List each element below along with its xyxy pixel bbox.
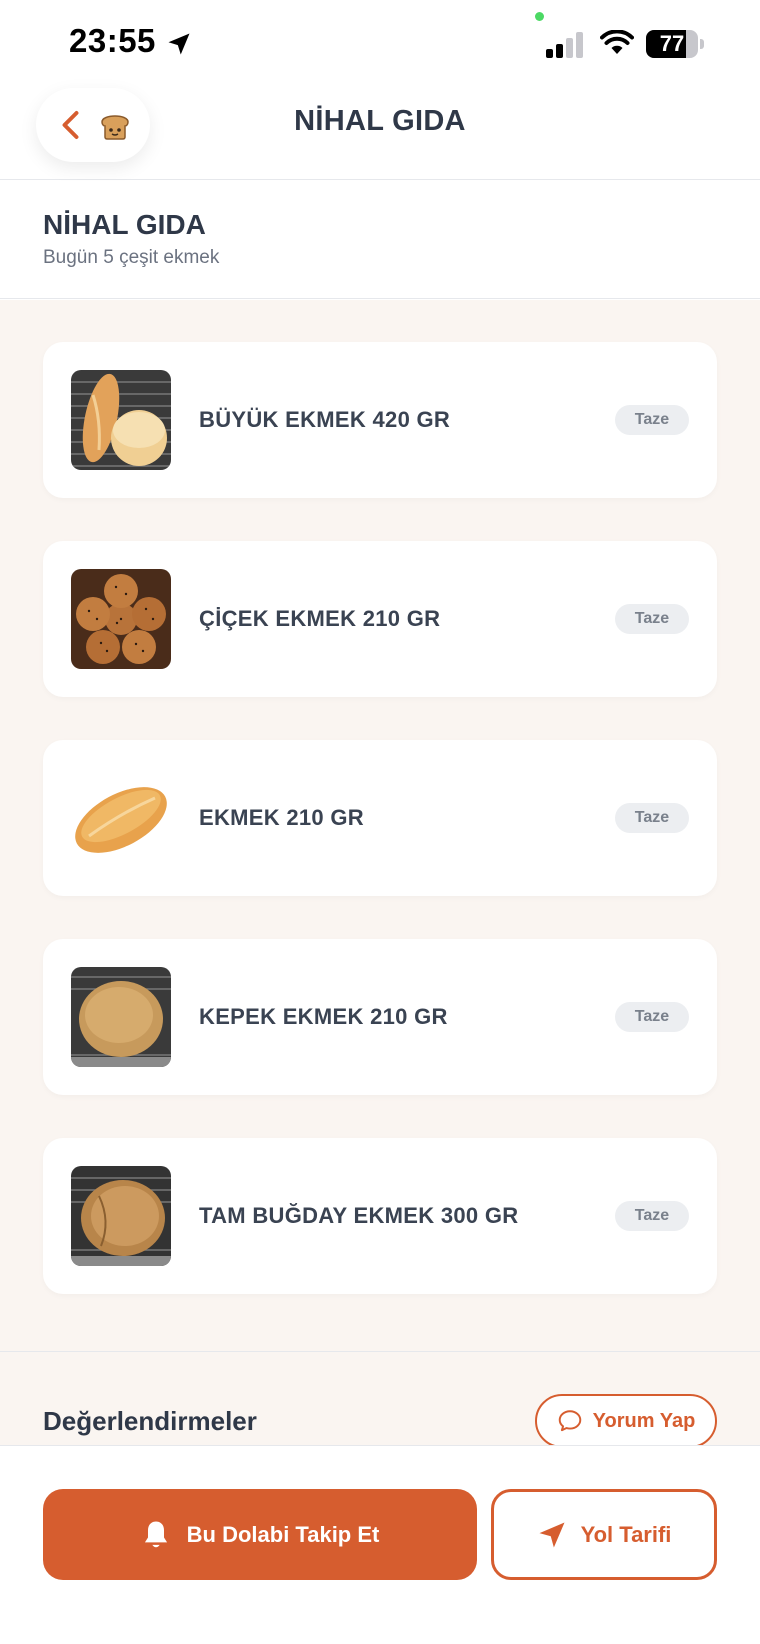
page-title: NİHAL GIDA [294, 105, 466, 137]
bell-icon [144, 1520, 167, 1547]
location-arrow-icon [168, 33, 190, 55]
product-card[interactable]: BÜYÜK EKMEK 420 GR Taze [43, 342, 717, 498]
privacy-indicator-dot [535, 12, 544, 21]
product-name: EKMEK 210 GR [199, 805, 364, 830]
directions-button[interactable]: Yol Tarifi [491, 1489, 717, 1580]
status-badge: Taze [615, 604, 689, 634]
product-name: KEPEK EKMEK 210 GR [199, 1004, 448, 1029]
wifi-icon [600, 30, 634, 54]
write-review-label: Yorum Yap [592, 1409, 696, 1432]
store-name: NİHAL GIDA [43, 209, 206, 240]
product-image-ekmek [71, 768, 171, 868]
store-header: NİHAL GIDA Bugün 5 çeşit ekmek [0, 181, 760, 299]
directions-button-label: Yol Tarifi [580, 1521, 672, 1547]
status-badge: Taze [615, 1201, 689, 1231]
store-subtitle: Bugün 5 çeşit ekmek [43, 247, 220, 268]
follow-button-label: Bu Dolabi Takip Et [186, 1521, 380, 1547]
bottom-action-bar: Bu Dolabi Takip Et Yol Tarifi [0, 1445, 760, 1644]
status-badge: Taze [615, 405, 689, 435]
product-name: ÇİÇEK EKMEK 210 GR [199, 606, 441, 631]
product-card[interactable]: KEPEK EKMEK 210 GR Taze [43, 939, 717, 1095]
battery-level-text: 77 [659, 31, 685, 56]
write-review-button[interactable]: Yorum Yap [535, 1394, 717, 1448]
product-card[interactable]: ÇİÇEK EKMEK 210 GR Taze [43, 541, 717, 697]
reviews-section: Değerlendirmeler Yorum Yap [0, 1352, 760, 1448]
product-image-kepek-ekmek [71, 967, 171, 1067]
product-list: BÜYÜK EKMEK 420 GR Taze ÇİÇEK EKMEK 210 … [0, 300, 760, 1351]
product-name: TAM BUĞDAY EKMEK 300 GR [199, 1203, 519, 1228]
navigation-arrow-icon [539, 1522, 565, 1547]
follow-button[interactable]: Bu Dolabi Takip Et [43, 1489, 477, 1580]
product-image-tam-bugday-ekmek [71, 1166, 171, 1266]
status-badge: Taze [615, 1002, 689, 1032]
product-name: BÜYÜK EKMEK 420 GR [199, 407, 451, 432]
status-bar: 23:55 77 [0, 0, 760, 88]
product-image-cicek-ekmek [71, 569, 171, 669]
battery-icon: 77 [646, 30, 706, 58]
product-card[interactable]: EKMEK 210 GR Taze [43, 740, 717, 896]
status-time: 23:55 [69, 22, 156, 59]
nav-header: NİHAL GIDA [0, 88, 760, 180]
product-card[interactable]: TAM BUĞDAY EKMEK 300 GR Taze [43, 1138, 717, 1294]
status-badge: Taze [615, 803, 689, 833]
comment-icon [558, 1410, 581, 1432]
product-image-buyuk-ekmek [71, 370, 171, 470]
reviews-title: Değerlendirmeler [43, 1406, 257, 1436]
cellular-signal-icon [546, 30, 588, 58]
